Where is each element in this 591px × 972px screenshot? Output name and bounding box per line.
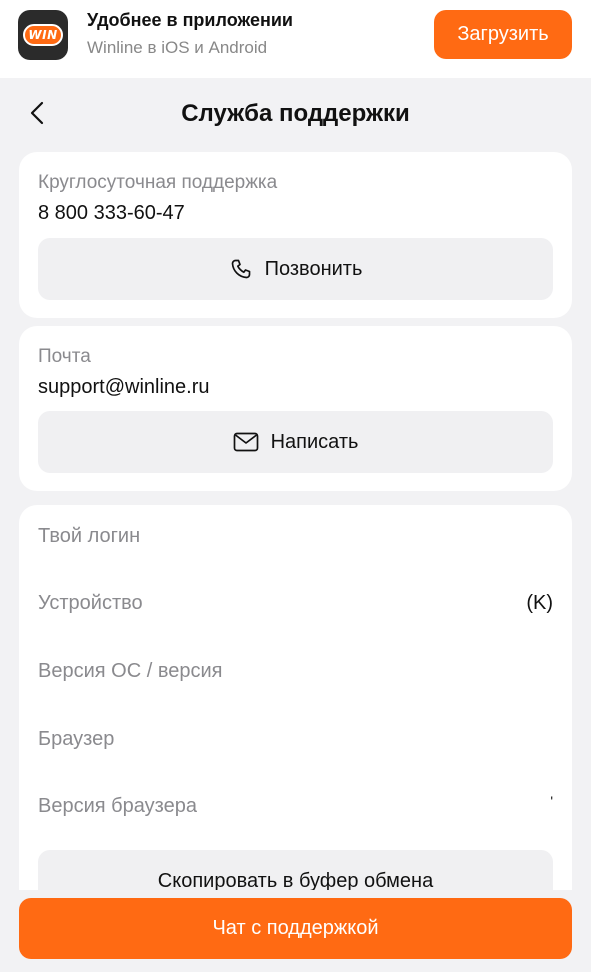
write-button[interactable]: Написать <box>38 411 553 473</box>
info-value: (K) <box>526 591 553 614</box>
app-logo[interactable]: WIN <box>18 10 68 60</box>
info-label: Версия ОС / версия <box>38 659 223 682</box>
download-button[interactable]: Загрузить <box>434 10 572 59</box>
info-row-login: Твой логин <box>38 523 553 549</box>
email-address: support@winline.ru <box>38 376 210 398</box>
phone-number: 8 800 333-60-47 <box>38 202 185 224</box>
write-button-label: Написать <box>270 430 359 453</box>
info-label: Устройство <box>38 591 143 614</box>
app-logo-mark: WIN <box>23 24 63 46</box>
info-label: Браузер <box>38 727 115 750</box>
info-row-os-version: Версия ОС / версия <box>38 658 553 684</box>
page-header: Служба поддержки <box>0 78 591 150</box>
phone-support-label: Круглосуточная поддержка <box>38 172 278 193</box>
call-button[interactable]: Позвонить <box>38 238 553 300</box>
phone-icon <box>231 259 250 279</box>
support-chat-button[interactable]: Чат с поддержкой <box>19 898 572 959</box>
email-label: Почта <box>38 346 91 367</box>
page-title: Служба поддержки <box>181 100 410 127</box>
device-info-card: Твой логин Устройство (K) Версия ОС / ве… <box>19 505 572 912</box>
email-support-card: Почта support@winline.ru Написать <box>19 326 572 491</box>
mail-icon <box>233 432 258 452</box>
call-button-label: Позвонить <box>264 257 363 280</box>
phone-support-card: Круглосуточная поддержка 8 800 333-60-47… <box>19 152 572 318</box>
info-row-browser: Браузер <box>38 726 553 752</box>
info-label: Твой логин <box>38 524 141 547</box>
app-banner: WIN Удобнее в приложении Winline в iOS и… <box>0 0 591 78</box>
info-value: ' <box>550 793 553 809</box>
info-label: Версия браузера <box>38 794 197 817</box>
info-row-browser-version: Версия браузера ' <box>38 793 553 819</box>
bottom-bar: Чат с поддержкой <box>0 890 591 972</box>
info-row-device: Устройство (K) <box>38 590 553 616</box>
banner-title: Удобнее в приложении <box>87 10 293 30</box>
banner-subtitle: Winline в iOS и Android <box>87 38 268 57</box>
